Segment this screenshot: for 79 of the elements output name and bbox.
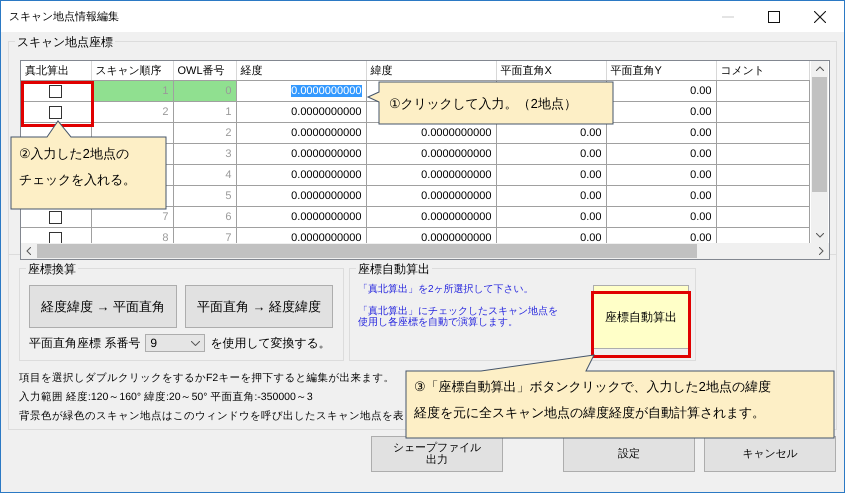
table-cell[interactable]: 0.0000000000	[291, 127, 362, 139]
table-cell[interactable]: 0.0000000000	[291, 211, 362, 223]
table-cell: 0.00	[690, 106, 712, 118]
scroll-down-icon[interactable]	[816, 233, 824, 238]
table-cell: 0.00	[580, 232, 602, 243]
callout-text: ②入力した2地点の チェックを入れる。	[19, 145, 136, 189]
table-cell: 0.00	[690, 148, 712, 160]
window-title: スキャン地点情報編集	[9, 10, 119, 24]
table-cell: 0.00	[690, 127, 712, 139]
checkbox[interactable]	[49, 106, 62, 118]
checkbox[interactable]	[49, 232, 62, 243]
column-header[interactable]: 平面直角X	[496, 61, 606, 80]
table-cell: 1	[162, 85, 168, 97]
table-cell: 0.00	[690, 169, 712, 181]
column-header[interactable]: 真北算出	[21, 61, 91, 80]
table-cell: 0.00	[580, 127, 602, 139]
table-cell[interactable]: 0.0000000000	[291, 190, 362, 202]
checkbox[interactable]	[49, 84, 62, 98]
table-cell: 0.0000000000	[421, 190, 492, 202]
instruction-text: 「真北算出」にチェックしたスキャン地点を 使用し各座標を自動で演算します。	[358, 306, 558, 328]
table-cell: 5	[225, 190, 232, 202]
table-cell: 0.0000000000	[421, 169, 492, 181]
chevron-icon	[191, 340, 200, 346]
column-header[interactable]: 緯度	[366, 61, 496, 80]
table-cell: 4	[225, 169, 232, 181]
dialog-button[interactable]: 設定	[563, 436, 695, 472]
table-cell: 0.0000000000	[421, 127, 492, 139]
table-cell: 7	[162, 211, 168, 223]
column-header[interactable]: 経度	[236, 61, 366, 80]
zone-label: 平面直角座標 系番号	[29, 334, 140, 352]
table-cell[interactable]: 0.0000000000	[291, 232, 362, 243]
table-cell: 0.0000000000	[421, 148, 492, 160]
checkbox[interactable]	[49, 210, 62, 224]
table-cell: 0	[225, 85, 232, 97]
auto-calc-button[interactable]: 座標自動算出	[593, 285, 689, 349]
convert-button[interactable]: 経度緯度 → 平面直角	[29, 285, 177, 328]
table-cell: 0.00	[580, 148, 602, 160]
table-cell: 3	[225, 148, 232, 160]
table-cell[interactable]: 0.0000000000	[291, 148, 362, 160]
scroll-left-icon[interactable]	[26, 247, 31, 255]
maximize-icon[interactable]	[768, 10, 780, 22]
table-cell: 0.00	[690, 232, 712, 243]
zone-suffix: を使用して変換する。	[210, 334, 330, 352]
table-cell: 0.0000000000	[421, 211, 492, 223]
column-header[interactable]: コメント	[716, 61, 809, 80]
table-cell: 0.00	[690, 85, 712, 97]
scroll-right-icon[interactable]	[819, 247, 824, 255]
convert-button[interactable]: 平面直角 → 経度緯度	[185, 285, 333, 328]
group-title: スキャン地点座標	[15, 34, 115, 51]
zone-dropdown[interactable]: 9	[145, 334, 206, 352]
vertical-scrollbar[interactable]	[811, 61, 828, 243]
dialog-button[interactable]: キャンセル	[704, 436, 836, 472]
table-cell: 0.00	[690, 190, 712, 202]
table-cell: 0.0000000000	[421, 232, 492, 243]
table-cell: 0.00	[580, 211, 602, 223]
close-icon[interactable]	[814, 10, 826, 22]
group-title: 座標自動算出	[356, 261, 432, 278]
group-title: 座標換算	[26, 261, 78, 278]
table-cell: 0.00	[690, 211, 712, 223]
table-cell: 6	[225, 211, 232, 223]
info-text: 項目を選択しダブルクリックをするかF2キーを押下すると編集が出来ます。	[19, 371, 394, 386]
instruction-text: 「真北算出」を2ヶ所選択して下さい。	[358, 284, 534, 296]
table-cell: 2	[225, 127, 232, 139]
table-cell: 0.00	[580, 169, 602, 181]
column-header[interactable]: 平面直角Y	[606, 61, 716, 80]
callout-text: ①クリックして入力。（2地点）	[389, 95, 577, 113]
dialog-button[interactable]: シェープファイル 出力	[371, 436, 503, 472]
table-cell: 0.00	[580, 190, 602, 202]
table-cell[interactable]: 0.0000000000	[291, 169, 362, 181]
info-text: 入力範囲 経度:120～160° 緯度:20～50° 平面直角:-350000～3	[19, 390, 313, 405]
callout-text: ③「座標自動算出」ボタンクリックで、入力した2地点の緯度 経度を元に全スキャン地点の緯度経度が自動計算されます。	[414, 378, 771, 422]
table-cell[interactable]: 0.0000000000	[291, 106, 362, 118]
info-text: 背景色が緑色のスキャン地点はこのウィンドウを呼び出したスキャン地点を表	[19, 409, 404, 424]
table-cell: 1	[225, 106, 232, 118]
horizontal-scrollbar[interactable]	[21, 243, 829, 259]
table-cell: 2	[162, 106, 168, 118]
scroll-up-icon[interactable]	[816, 66, 824, 71]
table-cell: 7	[225, 232, 232, 243]
table-cell: 8	[162, 232, 168, 243]
